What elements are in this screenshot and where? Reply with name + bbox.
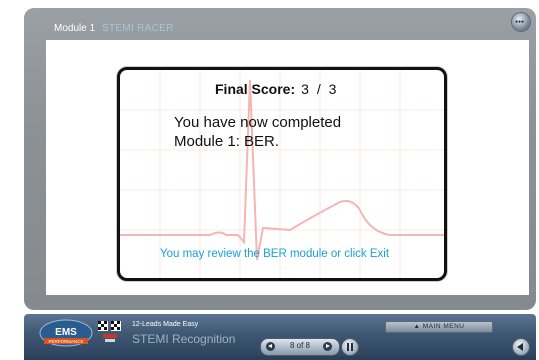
course-player: Module 1 STEMI RACER ●●● Final Score: 3 /… [0, 0, 539, 360]
footer-strip [24, 356, 536, 360]
final-score-value: 3 / 3 [301, 81, 339, 97]
course-title: 12-Leads Made Easy [132, 321, 199, 328]
checkered-flag-icon [98, 321, 121, 342]
ems-performance-logo: EMS PERFORMANCE [39, 319, 93, 347]
logo-text-top: EMS [55, 327, 77, 338]
module-title: Module 1 [54, 23, 96, 34]
options-icon: ●●● [515, 19, 525, 25]
score-card: Final Score: 3 / 3 You have now completed… [117, 67, 447, 281]
options-button[interactable]: ●●● [512, 13, 530, 31]
completion-message-line1: You have now completed [174, 114, 342, 131]
ecg-background [120, 70, 444, 278]
page-navigator: 8 of 8 [260, 338, 340, 356]
page-indicator: 8 of 8 [289, 341, 310, 350]
audio-button[interactable] [512, 338, 530, 356]
completion-message-line2: Module 1: BER. [174, 133, 280, 150]
course-subtitle: STEMI Recognition [132, 332, 236, 346]
module-subtitle: STEMI RACER [102, 23, 174, 34]
logo-text-bottom: PERFORMANCE [48, 339, 83, 344]
final-score-label: Final Score: [215, 81, 296, 97]
pause-button[interactable] [341, 338, 359, 356]
main-menu-button[interactable]: ▲ MAIN MENU [385, 321, 493, 333]
review-instruction: You may review the BER module or click E… [160, 248, 390, 260]
previous-page-icon[interactable] [266, 342, 275, 351]
final-score: Final Score: 3 / 3 [215, 81, 338, 97]
next-page-icon[interactable] [323, 342, 332, 351]
